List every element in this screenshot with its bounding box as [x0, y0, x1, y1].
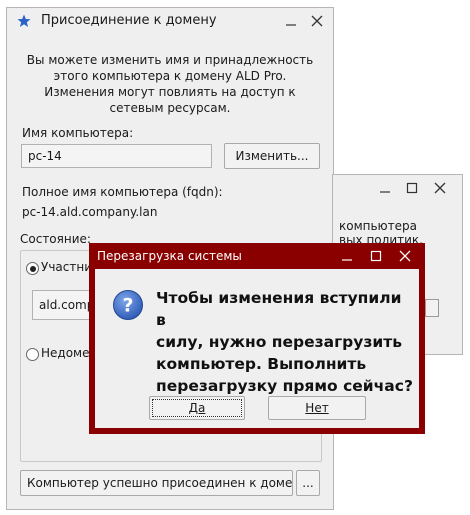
dialog-message: Чтобы изменения вступили в силу, нужно п…: [156, 287, 416, 397]
svg-text:?: ?: [122, 295, 133, 317]
fqdn-value: pc-14.ald.company.lan: [22, 205, 158, 219]
description-line: Изменения могут повлиять на доступ к: [44, 85, 296, 99]
description-line: сетевым ресурсам.: [109, 101, 231, 115]
close-icon[interactable]: [307, 11, 327, 31]
close-icon[interactable]: [430, 178, 450, 198]
dialog-titlebar[interactable]: Перезагрузка системы: [89, 243, 425, 269]
computer-name-field[interactable]: pc-14: [21, 144, 212, 168]
not-member-radio[interactable]: [26, 348, 39, 361]
dialog-title: Перезагрузка системы: [97, 249, 242, 263]
main-titlebar[interactable]: Присоединение к домену: [7, 8, 333, 34]
main-window-title: Присоединение к домену: [41, 13, 217, 28]
change-button[interactable]: Изменить...: [224, 143, 320, 169]
no-button-label: Нет: [305, 401, 329, 415]
minimize-icon[interactable]: [281, 11, 301, 31]
description-line: Вы можете изменить имя и принадлежность: [26, 53, 314, 67]
back-button-edge[interactable]: [425, 299, 439, 317]
fqdn-label: Полное имя компьютера (fqdn):: [22, 185, 223, 199]
status-button[interactable]: Компьютер успешно присоединен к доме: [20, 470, 293, 496]
app-star-icon: [17, 14, 31, 28]
question-icon: ?: [112, 289, 144, 321]
description: Вы можете изменить имя и принадлежность …: [7, 52, 333, 116]
no-button[interactable]: Нет: [268, 396, 366, 420]
dialog-message-line: Чтобы изменения вступили в: [156, 289, 402, 329]
minimize-icon[interactable]: [337, 246, 357, 266]
dialog-message-line: компьютер. Выполнить: [156, 355, 367, 373]
dialog-message-line: перезагрузку прямо сейчас?: [156, 377, 413, 395]
dialog-body: ? Чтобы изменения вступили в силу, нужно…: [95, 269, 419, 428]
description-line: этого компьютера к домену ALD Pro.: [53, 69, 287, 83]
minimize-icon[interactable]: [375, 178, 395, 198]
reboot-dialog: Перезагрузка системы ? Чтобы изменения в…: [89, 243, 425, 434]
maximize-icon[interactable]: [366, 246, 386, 266]
yes-button[interactable]: Да: [149, 396, 245, 420]
close-icon[interactable]: [395, 246, 415, 266]
member-radio[interactable]: [26, 262, 39, 275]
member-radio-label: Участни: [41, 260, 92, 274]
yes-button-label: Да: [188, 401, 206, 415]
back-titlebar[interactable]: [333, 175, 462, 201]
back-text-line: компьютера: [339, 219, 418, 233]
state-label: Состояние:: [20, 232, 91, 246]
more-button[interactable]: ...: [296, 470, 320, 496]
dialog-message-line: силу, нужно перезагрузить: [156, 333, 403, 351]
maximize-icon[interactable]: [402, 178, 422, 198]
computer-name-label: Имя компьютера:: [22, 126, 134, 140]
not-member-radio-label: Недоме: [41, 346, 90, 360]
